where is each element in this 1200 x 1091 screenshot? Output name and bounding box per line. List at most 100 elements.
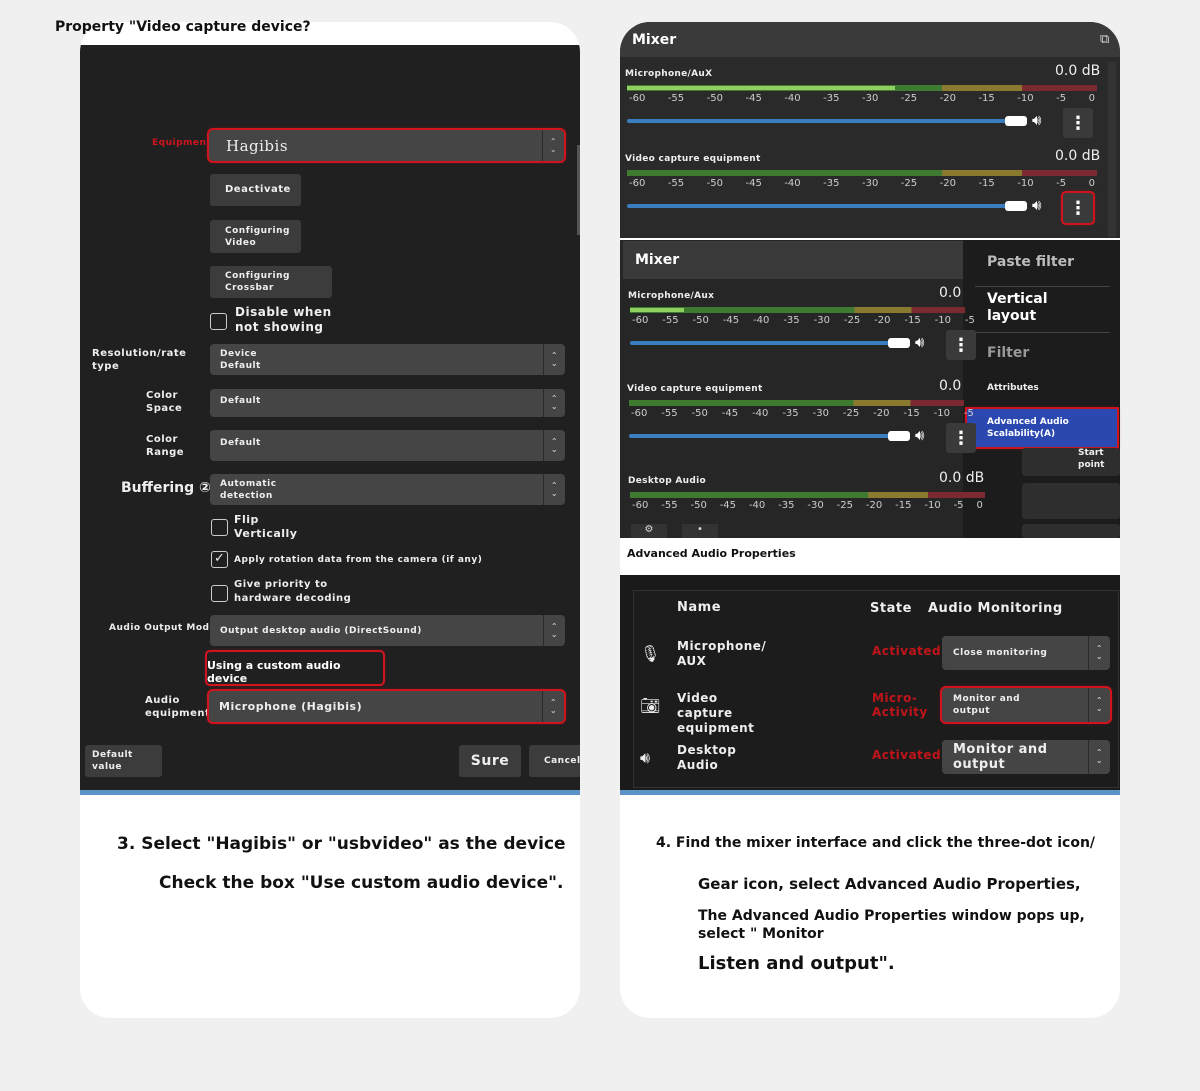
col-monitoring: Audio Monitoring	[928, 601, 1063, 616]
panel-button[interactable]	[1022, 524, 1120, 538]
col-name: Name	[677, 600, 722, 615]
start-point-label: Start point	[1078, 448, 1105, 470]
step3-line2: Check the box "Use custom audio device".	[159, 873, 564, 893]
scrollbar[interactable]	[577, 145, 580, 235]
tick-label: -25	[842, 408, 860, 419]
tick-label: -30	[861, 178, 879, 189]
meter-level	[627, 86, 895, 90]
color-space-value: Default	[220, 396, 261, 406]
tick-label: -15	[904, 315, 921, 326]
monitoring-value: Close monitoring	[953, 648, 1048, 658]
disable-when-hidden-checkbox[interactable]	[210, 313, 227, 330]
tick-label: -50	[692, 315, 709, 326]
tick-label: -60	[632, 315, 649, 326]
hw-decoding-checkbox[interactable]	[211, 585, 228, 602]
tick-label: -30	[812, 408, 829, 419]
three-dot-menu-button[interactable]: ⋮	[946, 423, 976, 453]
speaker-icon[interactable]: 🔊︎	[915, 333, 924, 351]
channel-db: 0.0 dB	[939, 470, 985, 486]
tick-label: -40	[784, 178, 801, 189]
hw-decoding-label: Give priority to hardware decoding	[234, 579, 352, 604]
tick-label: -30	[813, 315, 830, 326]
speaker-icon: 🔊︎	[640, 748, 651, 767]
deactivate-button[interactable]: Deactivate	[210, 174, 301, 206]
configure-video-button[interactable]: Configuring Video	[210, 220, 301, 253]
apply-rotation-checkbox[interactable]: ✓	[211, 551, 228, 568]
three-dot-menu-button[interactable]: ⋮	[946, 330, 976, 360]
volume-meter	[629, 400, 964, 406]
source-name: Microphone/ AUX	[677, 639, 767, 668]
volume-slider[interactable]	[629, 434, 910, 438]
menu-vertical-layout[interactable]: Vertical layout	[987, 291, 1057, 325]
tick-label: -15	[895, 500, 912, 511]
tick-label: -10	[934, 315, 951, 326]
chevron-updown-icon: ⌃ ⌄	[543, 430, 565, 461]
audio-output-mode-label: Audio Output Mode	[109, 623, 217, 633]
tick-label: -5	[953, 500, 964, 511]
custom-audio-device-checkbox[interactable]: Using a custom audio device	[205, 650, 385, 686]
flip-vertically-checkbox[interactable]	[211, 519, 228, 536]
audio-output-mode-select[interactable]: Output desktop audio (DirectSound) ⌃ ⌄	[210, 615, 565, 646]
device-select[interactable]: Hagibis ⌃ ⌄	[207, 128, 566, 163]
tick-label: -20	[874, 315, 891, 326]
tick-label: -10	[933, 408, 950, 419]
tick-label: -5	[964, 315, 975, 326]
step4-line1: 4. Find the mixer interface and click th…	[656, 835, 1096, 851]
source-state: Micro-Activity	[872, 691, 928, 719]
speaker-icon[interactable]: 🔊︎	[1032, 111, 1041, 129]
volume-slider[interactable]	[627, 119, 1027, 123]
tick-label: -15	[978, 178, 995, 189]
panel-button[interactable]	[1022, 483, 1120, 519]
channel-name: Microphone/Aux	[628, 291, 715, 301]
audio-output-mode-value: Output desktop audio (DirectSound)	[220, 625, 422, 636]
color-space-label: Color Space	[146, 390, 183, 414]
tick-label: -25	[836, 500, 853, 511]
tick-label: -60	[629, 93, 646, 104]
configure-crossbar-button[interactable]: Configuring Crossbar	[210, 266, 332, 298]
color-range-select[interactable]: Default ⌃ ⌄	[210, 430, 565, 461]
tick-label: -20	[865, 500, 883, 511]
menu-paste-filter[interactable]: Paste filter	[987, 254, 1074, 270]
menu-attributes[interactable]: Attributes	[987, 383, 1039, 393]
step4-line3: The Advanced Audio Properties window pop…	[698, 908, 1085, 942]
tick-label: -50	[706, 178, 723, 189]
chevron-updown-icon: ⌃ ⌄	[1088, 740, 1110, 774]
tick-label: -45	[745, 178, 762, 189]
audio-equipment-select[interactable]: Microphone (Hagibis) ⌃ ⌄	[207, 689, 566, 724]
volume-slider-handle[interactable]	[1005, 201, 1027, 211]
speaker-icon[interactable]: 🔊︎	[915, 426, 924, 444]
tick-label: -55	[662, 315, 679, 326]
volume-slider-handle[interactable]	[888, 338, 910, 348]
sure-button[interactable]: Sure	[459, 745, 521, 777]
monitoring-select[interactable]: Monitor and output ⌃ ⌄	[942, 740, 1110, 774]
three-dot-icon[interactable]: •	[682, 524, 718, 538]
gear-icon[interactable]: ⚙	[631, 524, 667, 538]
speaker-icon[interactable]: 🔊︎	[1032, 196, 1041, 214]
tick-label: 0	[976, 500, 983, 511]
volume-slider-handle[interactable]	[888, 431, 910, 441]
tick-label: -35	[783, 315, 800, 326]
color-space-select[interactable]: Default ⌃ ⌄	[210, 389, 565, 417]
mixer-title: Mixer	[632, 31, 677, 48]
chevron-updown-icon: ⌃ ⌄	[542, 691, 564, 722]
volume-slider[interactable]	[627, 204, 1027, 208]
tick-label: -55	[661, 500, 678, 511]
menu-filter[interactable]: Filter	[987, 345, 1029, 361]
scrollbar[interactable]	[1108, 62, 1116, 237]
undock-icon[interactable]: ⧉	[1100, 32, 1109, 47]
checkmark-icon: ✓	[214, 551, 225, 566]
three-dot-menu-button[interactable]: ⋮	[1063, 108, 1093, 138]
resolution-select[interactable]: Device Default ⌃ ⌄	[210, 344, 565, 375]
monitoring-select[interactable]: Close monitoring ⌃ ⌄	[942, 636, 1110, 670]
volume-slider[interactable]	[630, 341, 910, 345]
default-value-button[interactable]: Default value	[85, 745, 162, 777]
menu-advanced-audio[interactable]: Advanced Audio Scalability(A)	[965, 407, 1119, 449]
resolution-value: Device Default	[220, 348, 261, 371]
device-label: Equipment	[152, 138, 212, 148]
chevron-updown-icon: ⌃ ⌄	[543, 474, 565, 505]
buffering-select[interactable]: Automatic detection ⌃ ⌄	[210, 474, 565, 505]
volume-slider-handle[interactable]	[1005, 116, 1027, 126]
monitoring-select[interactable]: Monitor and output ⌃ ⌄	[940, 686, 1112, 724]
cancel-button[interactable]: Cancel	[529, 745, 580, 777]
three-dot-menu-button[interactable]: ⋮	[1061, 191, 1095, 225]
